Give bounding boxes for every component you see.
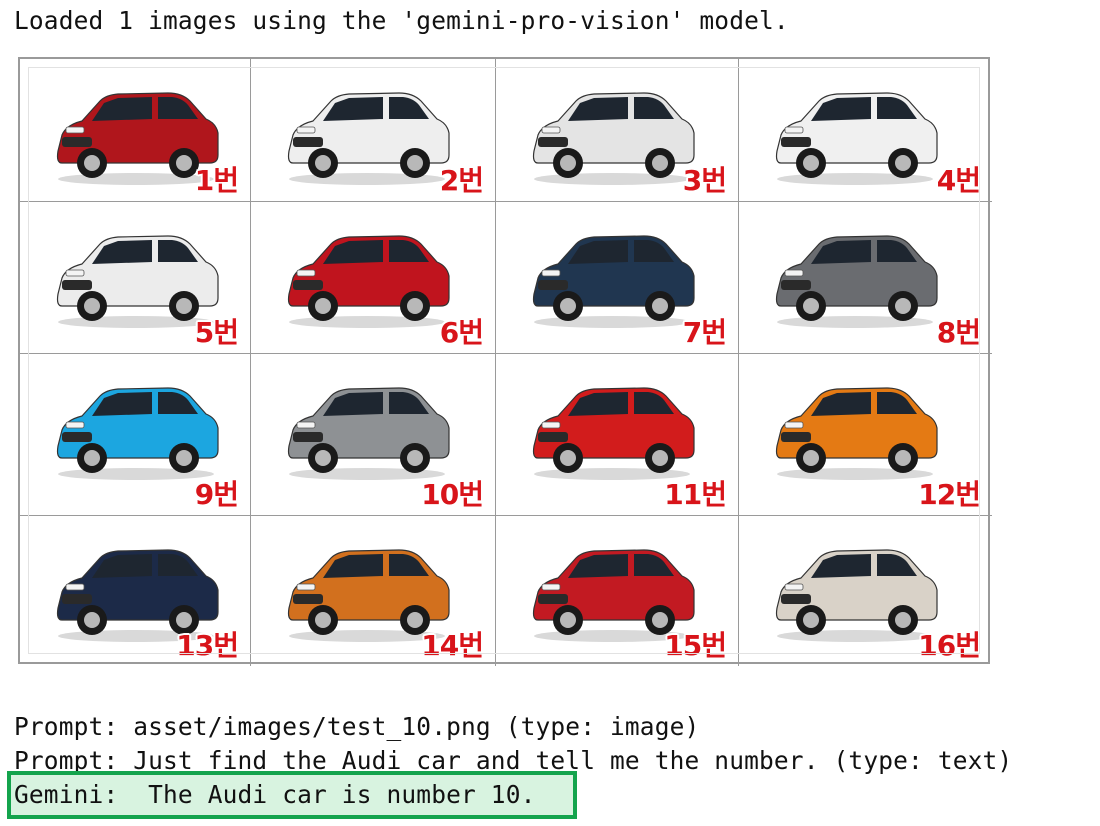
prompt-image-line: Prompt: asset/images/test_10.png (type: … bbox=[14, 712, 700, 741]
car-image-grid: 1번 2번 3번 4번 5번 6번 7번 8번 9번 10번 11번 12번 1… bbox=[18, 57, 992, 666]
car-cell: 8번 bbox=[739, 202, 992, 354]
car-cell: 5번 bbox=[20, 202, 251, 354]
car-image bbox=[524, 79, 699, 189]
car-number-label: 3번 bbox=[682, 164, 727, 197]
car-cell: 2번 bbox=[251, 59, 496, 202]
car-image bbox=[279, 79, 454, 189]
car-number-label: 16번 bbox=[918, 629, 981, 662]
car-number-label: 12번 bbox=[918, 478, 981, 511]
car-cell: 1번 bbox=[20, 59, 251, 202]
car-number-label: 14번 bbox=[421, 629, 484, 662]
car-image bbox=[767, 222, 942, 332]
car-number-label: 13번 bbox=[176, 629, 239, 662]
car-cell: 3번 bbox=[496, 59, 739, 202]
car-image bbox=[767, 79, 942, 189]
car-image bbox=[524, 222, 699, 332]
car-number-label: 4번 bbox=[936, 164, 981, 197]
gemini-response-line: Gemini: The Audi car is number 10. bbox=[14, 780, 536, 809]
car-number-label: 8번 bbox=[936, 316, 981, 349]
car-cell: 14번 bbox=[251, 516, 496, 666]
car-cell: 12번 bbox=[739, 354, 992, 516]
car-image bbox=[524, 374, 699, 484]
car-number-label: 11번 bbox=[664, 478, 727, 511]
car-number-label: 7번 bbox=[682, 316, 727, 349]
car-image bbox=[279, 374, 454, 484]
status-line: Loaded 1 images using the 'gemini-pro-vi… bbox=[14, 6, 789, 35]
car-number-label: 5번 bbox=[194, 316, 239, 349]
car-cell: 9번 bbox=[20, 354, 251, 516]
car-cell: 7번 bbox=[496, 202, 739, 354]
car-image bbox=[279, 222, 454, 332]
car-number-label: 9번 bbox=[194, 478, 239, 511]
car-cell: 10번 bbox=[251, 354, 496, 516]
car-cell: 15번 bbox=[496, 516, 739, 666]
car-number-label: 15번 bbox=[664, 629, 727, 662]
car-cell: 4번 bbox=[739, 59, 992, 202]
car-number-label: 1번 bbox=[194, 164, 239, 197]
car-number-label: 6번 bbox=[439, 316, 484, 349]
car-image bbox=[767, 536, 942, 646]
car-cell: 6번 bbox=[251, 202, 496, 354]
car-image bbox=[767, 374, 942, 484]
car-cell: 11번 bbox=[496, 354, 739, 516]
car-cell: 16번 bbox=[739, 516, 992, 666]
car-number-label: 2번 bbox=[439, 164, 484, 197]
car-cell: 13번 bbox=[20, 516, 251, 666]
car-number-label: 10번 bbox=[421, 478, 484, 511]
car-image bbox=[48, 374, 223, 484]
